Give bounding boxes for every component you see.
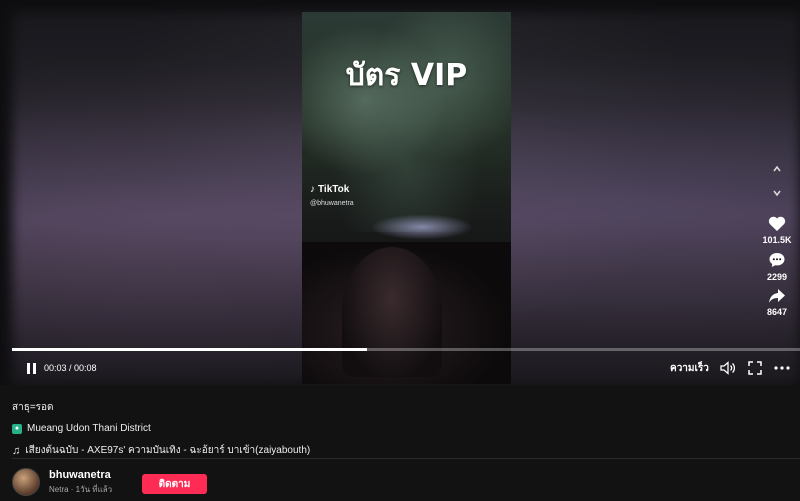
speed-button[interactable]: ความเร็ว <box>670 358 709 378</box>
video-scene-lights <box>362 212 482 242</box>
share-action[interactable]: 8647 <box>767 288 787 317</box>
heart-icon[interactable] <box>768 216 786 232</box>
next-video-button[interactable] <box>766 182 788 204</box>
comment-icon[interactable] <box>768 251 786 269</box>
music-label[interactable]: เสียงต้นฉบับ - AXE97s' ความบันเทิง - ฉะอ… <box>25 443 310 458</box>
pause-button[interactable] <box>26 358 38 378</box>
tiktok-note-icon: ♪ <box>310 184 315 195</box>
section-divider <box>12 458 800 459</box>
tiktok-watermark-brand: TikTok <box>318 184 350 195</box>
progress-bar[interactable] <box>12 348 800 351</box>
location-label[interactable]: Mueang Udon Thani District <box>27 423 151 434</box>
more-dots-icon[interactable] <box>774 366 790 370</box>
tiktok-watermark: ♪ TikTok <box>310 184 349 195</box>
volume-button[interactable] <box>720 358 736 378</box>
location-tag[interactable]: ● Mueang Udon Thani District <box>12 423 792 434</box>
location-pin-icon: ● <box>12 423 22 434</box>
video-player[interactable]: บัตร VIP ♪ TikTok @bhuwanetra 101.5K 229… <box>0 0 800 385</box>
comment-action[interactable]: 2299 <box>767 251 787 282</box>
comment-count: 2299 <box>766 272 788 282</box>
video-scene-person <box>342 247 442 377</box>
follow-button[interactable]: ติดตาม <box>142 474 207 494</box>
time-display: 00:03 / 00:08 <box>44 363 97 373</box>
avatar[interactable] <box>12 468 40 496</box>
share-count: 8647 <box>766 307 788 317</box>
chevron-down-icon <box>773 190 781 197</box>
fullscreen-button[interactable] <box>748 358 762 378</box>
post-caption: สาธุ=รอด <box>12 402 54 413</box>
music-note-icon: ♫ <box>12 444 21 457</box>
author-text: bhuwanetra Netra · 1วัน ที่แล้ว <box>49 469 112 496</box>
video-frame[interactable]: บัตร VIP ♪ TikTok @bhuwanetra <box>302 12 511 384</box>
more-options-button[interactable] <box>774 358 790 378</box>
previous-video-button[interactable] <box>766 158 788 180</box>
music-tag[interactable]: ♫ เสียงต้นฉบับ - AXE97s' ความบันเทิง - ฉ… <box>12 443 792 458</box>
share-icon[interactable] <box>768 288 786 304</box>
like-action[interactable]: 101.5K <box>762 216 792 245</box>
author-subline: Netra · 1วัน ที่แล้ว <box>49 484 113 494</box>
video-scene-trees <box>302 12 511 232</box>
post-info: สาธุ=รอด ● Mueang Udon Thani District ♫ … <box>12 400 792 458</box>
like-count: 101.5K <box>762 235 792 245</box>
fullscreen-icon[interactable] <box>748 361 762 375</box>
progress-fill <box>12 348 367 351</box>
volume-icon[interactable] <box>720 361 736 375</box>
author-username[interactable]: bhuwanetra <box>49 469 112 481</box>
author-block[interactable]: bhuwanetra Netra · 1วัน ที่แล้ว <box>12 468 112 496</box>
action-rail: 101.5K 2299 8647 <box>762 158 792 317</box>
video-overlay-title: บัตร VIP <box>345 58 468 93</box>
chevron-up-icon <box>773 165 781 172</box>
pause-icon[interactable] <box>26 362 38 375</box>
tiktok-watermark-user: @bhuwanetra <box>310 200 354 207</box>
